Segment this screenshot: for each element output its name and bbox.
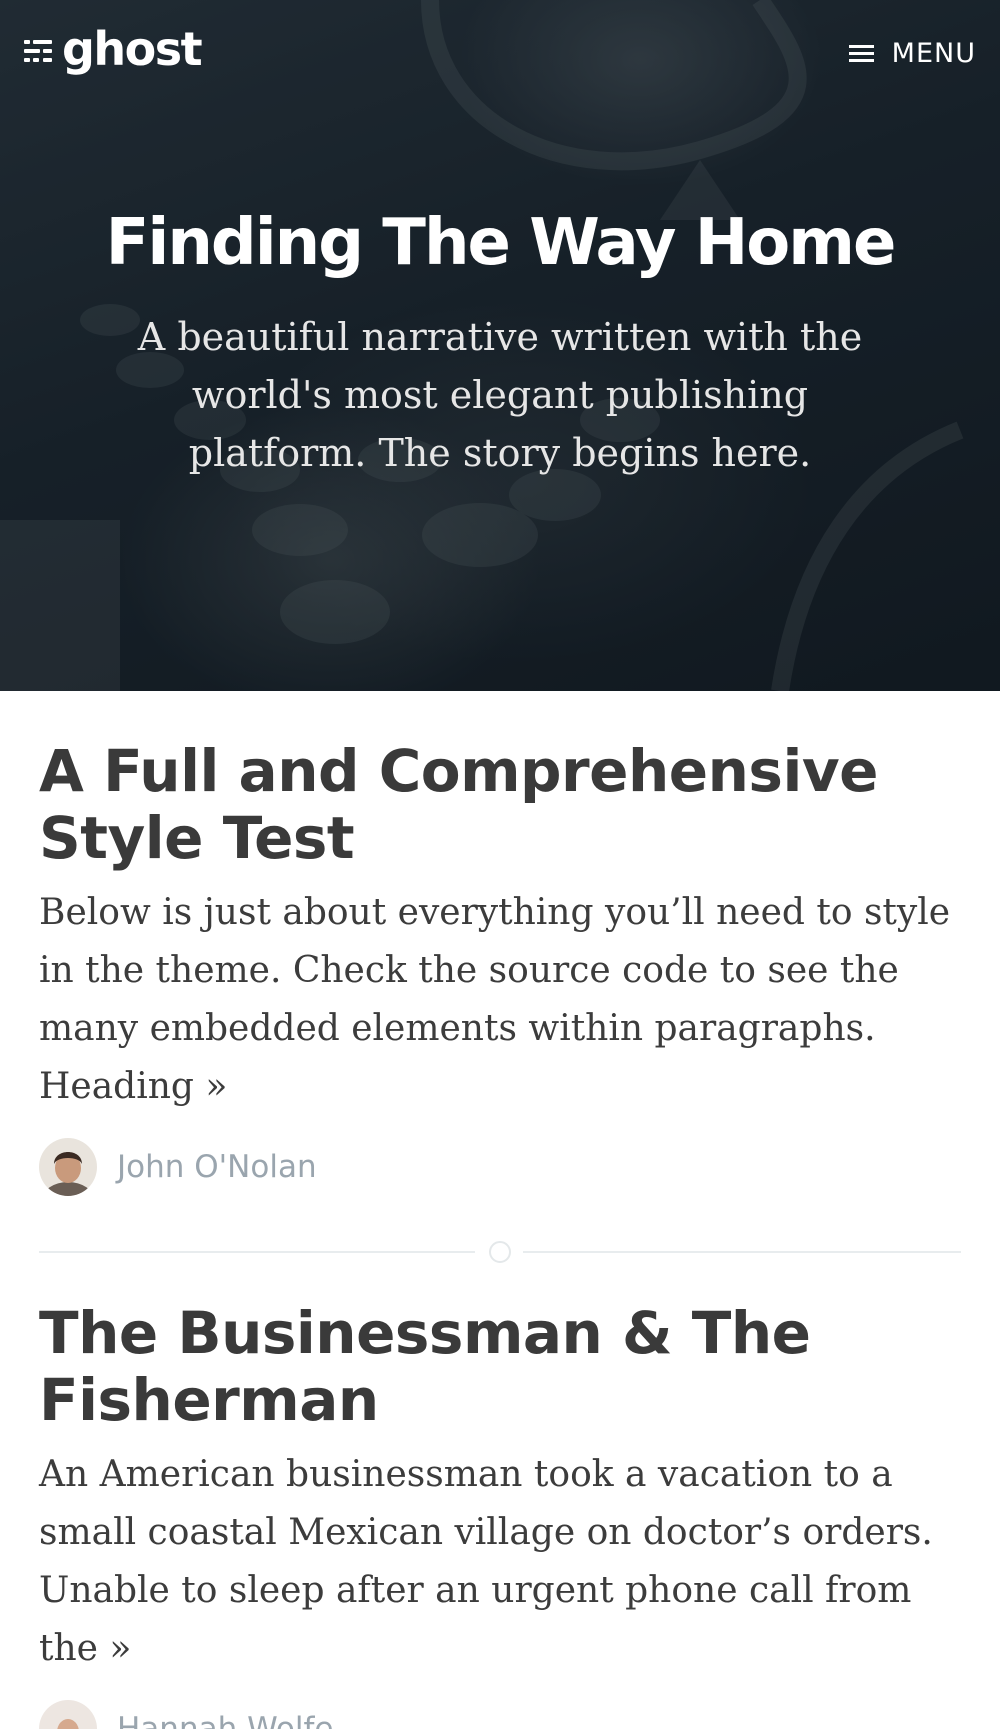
- avatar: [39, 1700, 97, 1729]
- author-name: Hannah Wolfe: [117, 1711, 334, 1729]
- post-title[interactable]: A Full and Comprehensive Style Test: [39, 738, 961, 872]
- site-logo[interactable]: ghost: [24, 22, 203, 76]
- author-name: John O'Nolan: [117, 1149, 317, 1185]
- post-excerpt: An American businessman took a vacation …: [39, 1454, 933, 1669]
- post-author[interactable]: Hannah Wolfe: [39, 1700, 961, 1729]
- blog-description: A beautiful narrative written with the w…: [137, 315, 863, 475]
- menu-label: MENU: [891, 38, 976, 69]
- hamburger-icon: [848, 44, 874, 63]
- blog-title: Finding The Way Home: [105, 206, 897, 280]
- divider-circle-icon: [489, 1241, 511, 1263]
- post-card: The Businessman & The Fisherman An Ameri…: [39, 1300, 961, 1729]
- read-more-link[interactable]: »: [205, 1066, 227, 1107]
- avatar: [39, 1138, 97, 1196]
- post-divider: [39, 1241, 961, 1263]
- logo-text: ghost: [62, 22, 203, 76]
- post-card: A Full and Comprehensive Style Test Belo…: [39, 738, 961, 1196]
- post-excerpt: Below is just about everything you’ll ne…: [39, 892, 951, 1107]
- read-more-link[interactable]: »: [109, 1628, 131, 1669]
- site-hero: ghost MENU Finding The Way Home A beauti…: [0, 0, 1000, 691]
- ghost-logo-icon: [24, 40, 52, 64]
- site-nav: ghost MENU: [0, 0, 1000, 110]
- menu-button[interactable]: MENU: [848, 38, 976, 69]
- post-author[interactable]: John O'Nolan: [39, 1138, 961, 1196]
- post-title[interactable]: The Businessman & The Fisherman: [39, 1300, 961, 1434]
